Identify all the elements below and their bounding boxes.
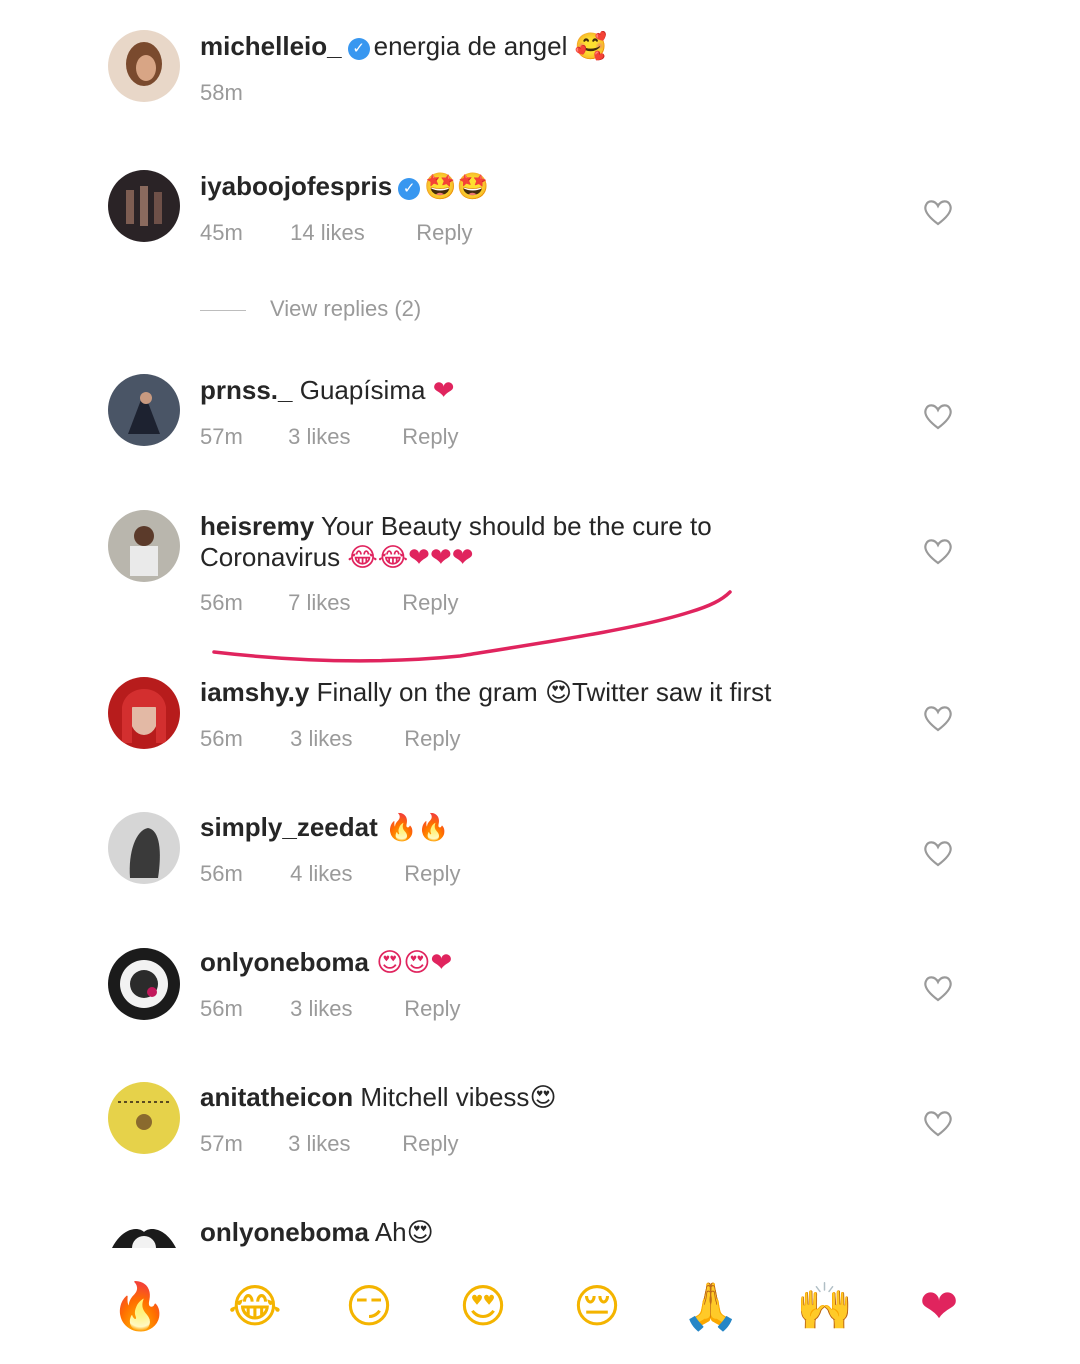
like-heart-icon[interactable]	[922, 703, 954, 733]
like-count[interactable]: 4 likes	[290, 861, 398, 887]
avatar[interactable]	[108, 677, 180, 749]
comment-line: anitatheicon Mitchell vibess😍	[200, 1081, 557, 1114]
like-heart-icon[interactable]	[922, 1108, 954, 1138]
comment-emoji: 😍	[406, 1218, 434, 1248]
pray-emoji-button[interactable]: 🙏	[681, 1276, 741, 1336]
comment-text: Ah	[374, 1217, 407, 1247]
quick-emoji-bar: 🔥 😂 😏 😍 😔 🙏 🙌 ❤	[0, 1262, 1080, 1352]
reply-button[interactable]: Reply	[404, 996, 460, 1022]
comment-meta: 56m 3 likes Reply	[200, 726, 461, 752]
comment-meta: 56m 4 likes Reply	[200, 861, 461, 887]
avatar-image	[108, 677, 180, 749]
annotation-underline	[212, 590, 732, 663]
like-count[interactable]: 3 likes	[290, 726, 398, 752]
comment-line: onlyoneboma 😍😍❤	[200, 946, 452, 979]
like-heart-icon[interactable]	[922, 973, 954, 1003]
like-heart-icon[interactable]	[922, 838, 954, 868]
username[interactable]: anitatheicon	[200, 1082, 353, 1112]
avatar-image	[108, 1218, 180, 1248]
avatar[interactable]	[108, 948, 180, 1020]
comment-text-after: Twitter saw it first	[572, 677, 772, 707]
timestamp: 56m	[200, 726, 243, 751]
like-count[interactable]: 3 likes	[290, 996, 398, 1022]
pensive-emoji-button[interactable]: 😔	[567, 1276, 627, 1336]
comment-text: Mitchell vibess	[360, 1082, 530, 1112]
timestamp: 57m	[200, 1131, 243, 1156]
comment-emoji: 😍	[544, 678, 573, 708]
avatar-image	[108, 948, 180, 1020]
avatar-image	[108, 1082, 180, 1154]
comment-line: onlyoneboma Ah😍	[200, 1216, 434, 1249]
heart-eyes-emoji-button[interactable]: 😍	[453, 1276, 513, 1336]
timestamp: 56m	[200, 996, 243, 1021]
comment-emoji: 🔥🔥	[384, 813, 450, 843]
username[interactable]: iamshy.y	[200, 677, 309, 707]
red-heart-emoji-button[interactable]: ❤	[909, 1276, 969, 1336]
username[interactable]: simply_zeedat	[200, 812, 378, 842]
reply-button[interactable]: Reply	[402, 1131, 458, 1157]
raised-hands-emoji-button[interactable]: 🙌	[795, 1276, 855, 1336]
comment-meta: 56m 3 likes Reply	[200, 996, 461, 1022]
laughing-emoji-button[interactable]: 😂	[225, 1276, 285, 1336]
comment-emoji: 😍😍❤	[376, 948, 453, 978]
comment-text: Finally on the gram	[316, 677, 538, 707]
avatar[interactable]	[108, 1082, 180, 1154]
avatar[interactable]	[108, 812, 180, 884]
username[interactable]: onlyoneboma	[200, 947, 369, 977]
reply-button[interactable]: Reply	[404, 861, 460, 887]
comment-meta: 57m 3 likes Reply	[200, 1131, 459, 1157]
avatar[interactable]	[108, 1218, 180, 1248]
like-count[interactable]: 3 likes	[288, 1131, 396, 1157]
avatar-image	[108, 812, 180, 884]
comment-emoji: 😍	[529, 1083, 557, 1113]
reply-button[interactable]: Reply	[404, 726, 460, 752]
fire-emoji-button[interactable]: 🔥	[110, 1276, 170, 1336]
timestamp: 56m	[200, 861, 243, 886]
comment-line: simply_zeedat 🔥🔥	[200, 811, 450, 844]
username[interactable]: onlyoneboma	[200, 1217, 369, 1247]
comment-line: iamshy.y Finally on the gram 😍Twitter sa…	[200, 676, 771, 709]
smirk-emoji-button[interactable]: 😏	[339, 1276, 399, 1336]
